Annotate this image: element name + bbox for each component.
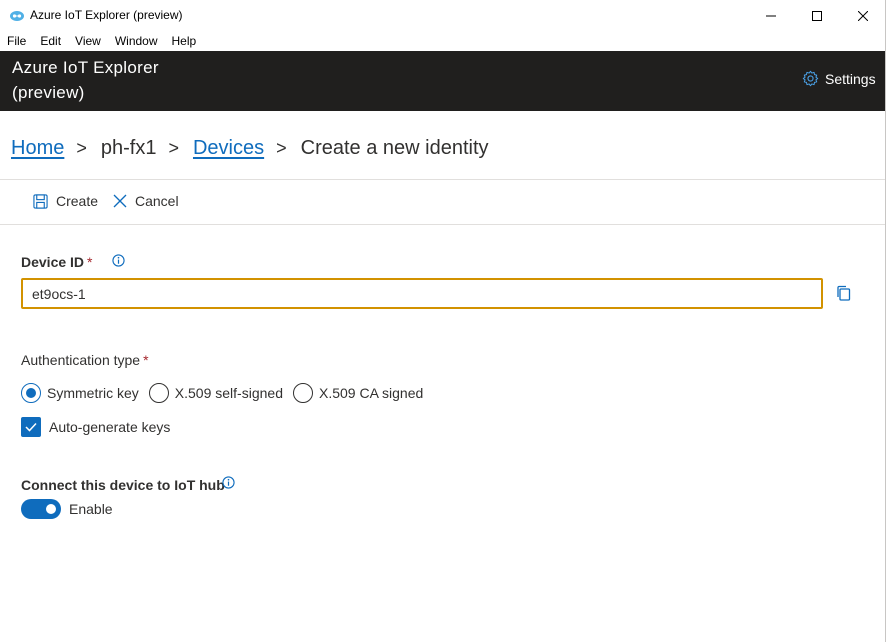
radio-indicator-checked[interactable]: [21, 383, 41, 403]
app-header: Azure IoT Explorer (preview) Settings: [0, 51, 886, 111]
divider: [0, 179, 886, 180]
connect-toggle-row: Enable: [21, 499, 113, 519]
menu-edit[interactable]: Edit: [33, 31, 68, 51]
checkbox-checked[interactable]: [21, 417, 41, 437]
info-icon[interactable]: [222, 476, 235, 494]
breadcrumb-devices[interactable]: Devices: [193, 137, 264, 160]
iot-cloud-icon: [9, 7, 25, 23]
maximize-button[interactable]: [794, 0, 840, 31]
create-label: Create: [56, 193, 99, 209]
device-id-label-text: Device ID: [21, 254, 85, 270]
radio-label: X.509 self-signed: [174, 385, 283, 401]
settings-label: Settings: [825, 70, 876, 87]
app-title: Azure IoT Explorer (preview): [12, 58, 159, 102]
breadcrumb-separator: >: [276, 137, 287, 158]
radio-x509-self-signed[interactable]: X.509 self-signed: [148, 383, 283, 403]
info-icon[interactable]: [112, 254, 125, 272]
device-id-label: Device ID *: [21, 254, 93, 270]
gear-icon: [802, 70, 819, 87]
required-mark: *: [87, 254, 93, 270]
cancel-button[interactable]: Cancel: [113, 193, 179, 209]
close-window-button[interactable]: [840, 0, 886, 31]
breadcrumb-hub: ph-fx1: [100, 136, 157, 159]
cancel-label: Cancel: [135, 193, 179, 209]
device-id-input[interactable]: [21, 278, 823, 309]
radio-symmetric-key[interactable]: Symmetric key: [21, 383, 139, 403]
close-icon: [113, 194, 127, 208]
auto-generate-keys-checkbox[interactable]: Auto-generate keys: [21, 417, 170, 437]
radio-x509-ca-signed[interactable]: X.509 CA signed: [292, 383, 424, 403]
window-title-bar[interactable]: Azure IoT Explorer (preview): [0, 0, 886, 31]
breadcrumb-current-page: Create a new identity: [300, 136, 489, 159]
auth-type-label: Authentication type *: [21, 352, 149, 368]
radio-label: Symmetric key: [47, 385, 139, 401]
checkbox-label: Auto-generate keys: [49, 419, 171, 435]
breadcrumb-separator: >: [76, 137, 87, 158]
toggle-knob: [46, 504, 56, 514]
menu-bar: File Edit View Window Help: [0, 31, 886, 51]
close-icon: [858, 10, 868, 21]
menu-window[interactable]: Window: [108, 31, 165, 51]
radio-label: X.509 CA signed: [318, 385, 424, 401]
auth-type-label-text: Authentication type: [21, 352, 141, 368]
settings-button[interactable]: Settings: [802, 70, 876, 87]
minimize-icon: [766, 15, 776, 16]
breadcrumb-home[interactable]: Home: [11, 137, 64, 160]
toggle-label: Enable: [69, 501, 113, 517]
radio-indicator[interactable]: [292, 383, 313, 403]
create-button[interactable]: Create: [33, 193, 98, 209]
radio-indicator[interactable]: [148, 383, 169, 403]
breadcrumb-separator: >: [168, 137, 179, 158]
menu-file[interactable]: File: [0, 31, 33, 51]
menu-view[interactable]: View: [68, 31, 108, 51]
enable-toggle[interactable]: [21, 499, 61, 519]
minimize-button[interactable]: [748, 0, 794, 31]
required-mark: *: [143, 352, 149, 368]
connect-device-label: Connect this device to IoT hub: [21, 477, 225, 493]
breadcrumb: Home > ph-fx1 > Devices > Create a new i…: [11, 134, 489, 162]
menu-help[interactable]: Help: [165, 31, 204, 51]
maximize-icon: [812, 10, 822, 21]
auth-type-radio-group: Symmetric key X.509 self-signed X.509 CA…: [21, 383, 433, 403]
checkmark-icon: [25, 422, 37, 432]
divider: [0, 224, 886, 225]
save-icon: [33, 193, 48, 209]
window-title: Azure IoT Explorer (preview): [30, 8, 183, 22]
copy-icon[interactable]: [836, 285, 851, 306]
